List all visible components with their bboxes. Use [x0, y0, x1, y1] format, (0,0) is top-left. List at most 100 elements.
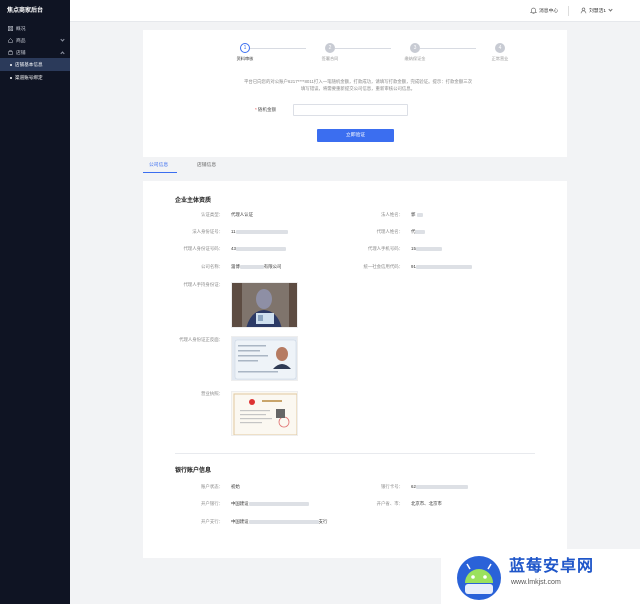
- redacted-text: [248, 501, 309, 506]
- agent-holding-id-photo[interactable]: [231, 282, 298, 328]
- redacted-text: [415, 229, 426, 234]
- notice-line: 填写错误，将需要重新提交公司信息，重新审核公司信息。: [300, 86, 416, 91]
- field-label: 代理人手持身份证：: [183, 282, 223, 287]
- field-label: 账户状态：: [201, 484, 223, 489]
- user-name: 刘慧洁1: [589, 9, 607, 14]
- step-3: 3 缴纳保证金: [395, 43, 435, 62]
- home-icon: [7, 37, 13, 43]
- field-value-legal-id: 11: [231, 229, 288, 234]
- tab-active-indicator: [143, 172, 177, 173]
- step-label: 正常营业: [491, 56, 509, 61]
- app-title: 焦点商家后台: [7, 8, 44, 14]
- amount-label-text: 随机金额: [257, 107, 277, 112]
- company-info-card: 企业主体资质 认证类型： 代理人认证 法人姓名： 郭 法人身份证号： 11 代理…: [143, 181, 567, 558]
- field-label: 代理人手机号码：: [367, 246, 403, 251]
- message-center-label: 消息中心: [539, 9, 559, 14]
- field-label: 代理人姓名：: [376, 229, 403, 234]
- user-icon: [580, 7, 587, 14]
- field-label: 银行卡号：: [381, 484, 403, 489]
- agent-id-card-photo[interactable]: [231, 336, 298, 381]
- field-label: 认证类型：: [201, 212, 223, 217]
- step-number: 1: [240, 43, 250, 53]
- step-1: 1 资料审核: [225, 43, 265, 62]
- step-number: 2: [325, 43, 335, 53]
- field-value-branch: 中国建设 支行: [231, 519, 328, 524]
- sidebar-item-products[interactable]: 商品: [0, 34, 70, 46]
- section-title-bank: 银行账户信息: [175, 468, 212, 474]
- step-label: 缴纳保证金: [404, 56, 426, 61]
- field-label: 开户银行：: [201, 501, 223, 506]
- progress-steps: 1 资料审核 2 签署合同 3 缴纳保证金 4 正常营业: [223, 43, 508, 63]
- watermark: 蓝莓安卓网 www.lmkjst.com: [441, 549, 640, 604]
- section-title-company: 企业主体资质: [175, 198, 212, 204]
- shop-icon: [7, 49, 13, 55]
- step-number: 3: [410, 43, 420, 53]
- verification-card: 1 资料审核 2 签署合同 3 缴纳保证金 4 正常营业 平台已向您的对公账户6…: [143, 30, 567, 157]
- field-value-company-name: 淄博 有限公司: [231, 264, 282, 269]
- field-value: 代理人认证: [231, 212, 253, 217]
- field-value: 初始: [231, 484, 240, 489]
- user-menu[interactable]: 刘慧洁1: [580, 7, 613, 14]
- redacted-text: [416, 212, 423, 217]
- field-label: 开户省、市：: [376, 501, 403, 506]
- redacted-text: [415, 264, 472, 269]
- sidebar-item-shop[interactable]: 店铺: [0, 46, 70, 58]
- step-2: 2 签署合同: [310, 43, 350, 62]
- required-mark: *: [255, 107, 257, 112]
- grid-icon: [7, 25, 13, 31]
- sidebar-subitem-shop-info[interactable]: 店铺基本信息: [0, 58, 70, 71]
- field-label: 法人姓名：: [381, 212, 403, 217]
- sidebar-subitem-label: 店铺基本信息: [15, 61, 43, 67]
- amount-input[interactable]: [293, 104, 408, 116]
- license-image: [232, 392, 297, 435]
- field-value-bank: 中国建设: [231, 501, 309, 507]
- bullet-icon: [10, 76, 12, 79]
- sidebar-item-overview[interactable]: 概况: [0, 22, 70, 34]
- sidebar-subitem-label: 渠道账号绑定: [15, 74, 43, 80]
- notice-line: 平台已向您的对公账户6217****8011打入一笔随机金额，打款成功，请填写打…: [243, 79, 473, 84]
- chevron-down-icon: [60, 37, 65, 42]
- verify-notice: 平台已向您的对公账户6217****8011打入一笔随机金额，打款成功，请填写打…: [203, 78, 513, 92]
- field-value-credit-code: 91: [411, 264, 472, 269]
- redacted-text: [415, 246, 442, 251]
- bell-icon: [530, 7, 537, 14]
- sidebar-subitem-channel-binding[interactable]: 渠道账号绑定: [0, 71, 70, 84]
- step-4: 4 正常营业: [480, 43, 520, 62]
- step-label: 资料审核: [236, 56, 254, 61]
- person-photo-image: [232, 283, 297, 327]
- header-divider: [568, 6, 569, 16]
- redacted-text: [239, 264, 264, 269]
- sidebar-item-label: 概况: [16, 26, 26, 32]
- id-card-image: [232, 337, 297, 380]
- field-value-card-number: 62: [411, 484, 468, 489]
- info-tabs: 公司信息 店铺信息: [143, 157, 567, 174]
- field-label: 营业执照：: [201, 391, 223, 396]
- field-label: 开户支行：: [201, 519, 223, 524]
- chevron-down-icon: [608, 7, 613, 12]
- field-value: 北京市、北京市: [411, 501, 442, 506]
- business-license-photo[interactable]: [231, 391, 298, 436]
- field-value-legal-name: 郭: [411, 212, 423, 218]
- top-header: 消息中心 刘慧洁1: [70, 0, 640, 22]
- field-label: 代理人身份证号码：: [183, 246, 223, 251]
- redacted-text: [235, 229, 288, 234]
- field-label: 统一社会信用代码：: [363, 264, 403, 269]
- verify-button[interactable]: 立即验证: [317, 129, 394, 142]
- step-label: 签署合同: [321, 56, 339, 61]
- field-label: 法人身份证号：: [192, 229, 223, 234]
- watermark-url: www.lmkjst.com: [511, 579, 561, 586]
- watermark-title: 蓝莓安卓网: [509, 558, 595, 575]
- android-logo-icon: [457, 556, 501, 600]
- field-value-agent-phone: 15: [411, 246, 442, 251]
- redacted-text: [415, 484, 468, 489]
- field-label: 公司名称：: [201, 264, 223, 269]
- sidebar-item-label: 商品: [16, 38, 26, 44]
- amount-label: *随机金额: [255, 107, 276, 113]
- tab-shop-info[interactable]: 店铺信息: [197, 161, 216, 168]
- section-divider: [175, 453, 535, 454]
- tab-company-info[interactable]: 公司信息: [149, 161, 168, 168]
- message-center-link[interactable]: 消息中心: [530, 7, 558, 14]
- field-value-agent-name: 代: [411, 229, 426, 235]
- step-number: 4: [495, 43, 505, 53]
- sidebar-item-label: 店铺: [16, 50, 26, 56]
